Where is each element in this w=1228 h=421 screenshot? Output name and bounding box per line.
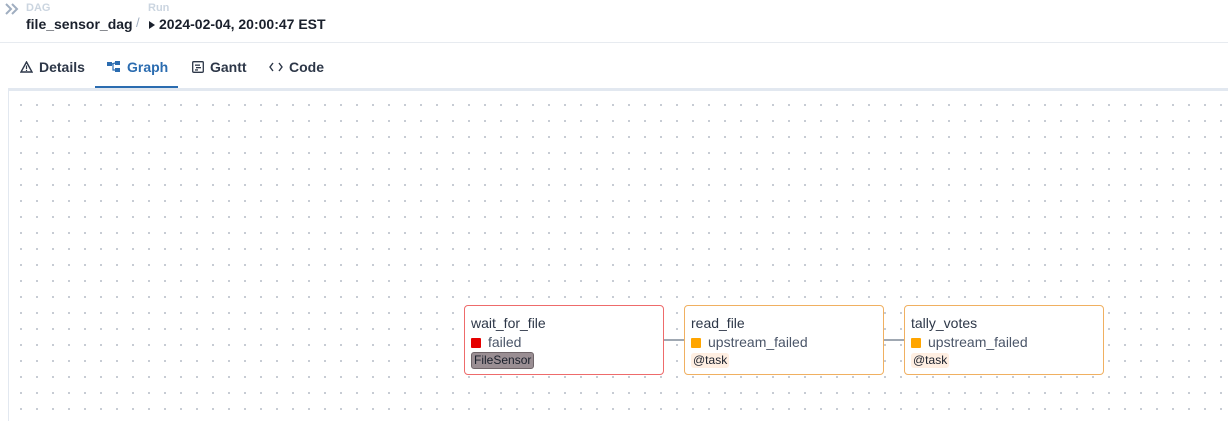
dag-label: DAG [26,2,51,14]
code-icon [269,62,283,72]
breadcrumb-run[interactable]: Run 2024-02-04, 20:00:47 EST [148,3,326,33]
tab-bar: Details Graph Gantt Code [0,44,1228,90]
breadcrumb-separator: / [136,15,140,30]
edge-read-to-tally [884,339,904,341]
warning-icon [20,60,33,73]
play-icon [149,20,155,29]
task-id: read_file [691,315,745,331]
task-node-tally-votes[interactable]: tally_votes upstream_failed @task [904,305,1104,375]
tab-details[interactable]: Details [8,44,97,89]
run-id[interactable]: 2024-02-04, 20:00:47 EST [159,16,326,33]
state-square-icon [471,337,481,348]
dag-id[interactable]: file_sensor_dag [26,16,133,33]
state-square-icon [691,337,701,348]
gantt-icon [192,60,204,73]
tab-code[interactable]: Code [257,44,336,89]
edge-wait-to-read [664,339,684,341]
operator-badge: FileSensor [471,352,535,369]
task-node-read-file[interactable]: read_file upstream_failed @task [684,305,884,375]
state-square-icon [911,337,921,348]
task-node-wait-for-file[interactable]: wait_for_file failed FileSensor [464,305,664,375]
tab-code-label: Code [289,58,324,75]
tab-gantt[interactable]: Gantt [180,44,259,89]
task-id: tally_votes [911,315,978,331]
tab-graph[interactable]: Graph [95,44,178,89]
breadcrumb-dag[interactable]: DAG file_sensor_dag [26,3,133,33]
tab-graph-label: Graph [127,58,169,75]
breadcrumb-bar: DAG file_sensor_dag / Run 2024-02-04, 20… [0,0,1228,43]
run-label: Run [148,2,170,14]
operator-badge: @task [911,353,950,368]
double-chevron-right-icon[interactable] [4,2,20,16]
operator-badge: @task [691,353,730,368]
graph-icon [107,60,121,73]
tab-gantt-label: Gantt [210,58,247,75]
task-state: failed [488,334,522,350]
graph-canvas[interactable]: wait_for_file failed FileSensor read_fil… [8,91,1228,421]
task-state: upstream_failed [928,334,1028,350]
tab-details-label: Details [39,58,85,75]
task-id: wait_for_file [471,315,546,331]
task-state: upstream_failed [708,334,808,350]
